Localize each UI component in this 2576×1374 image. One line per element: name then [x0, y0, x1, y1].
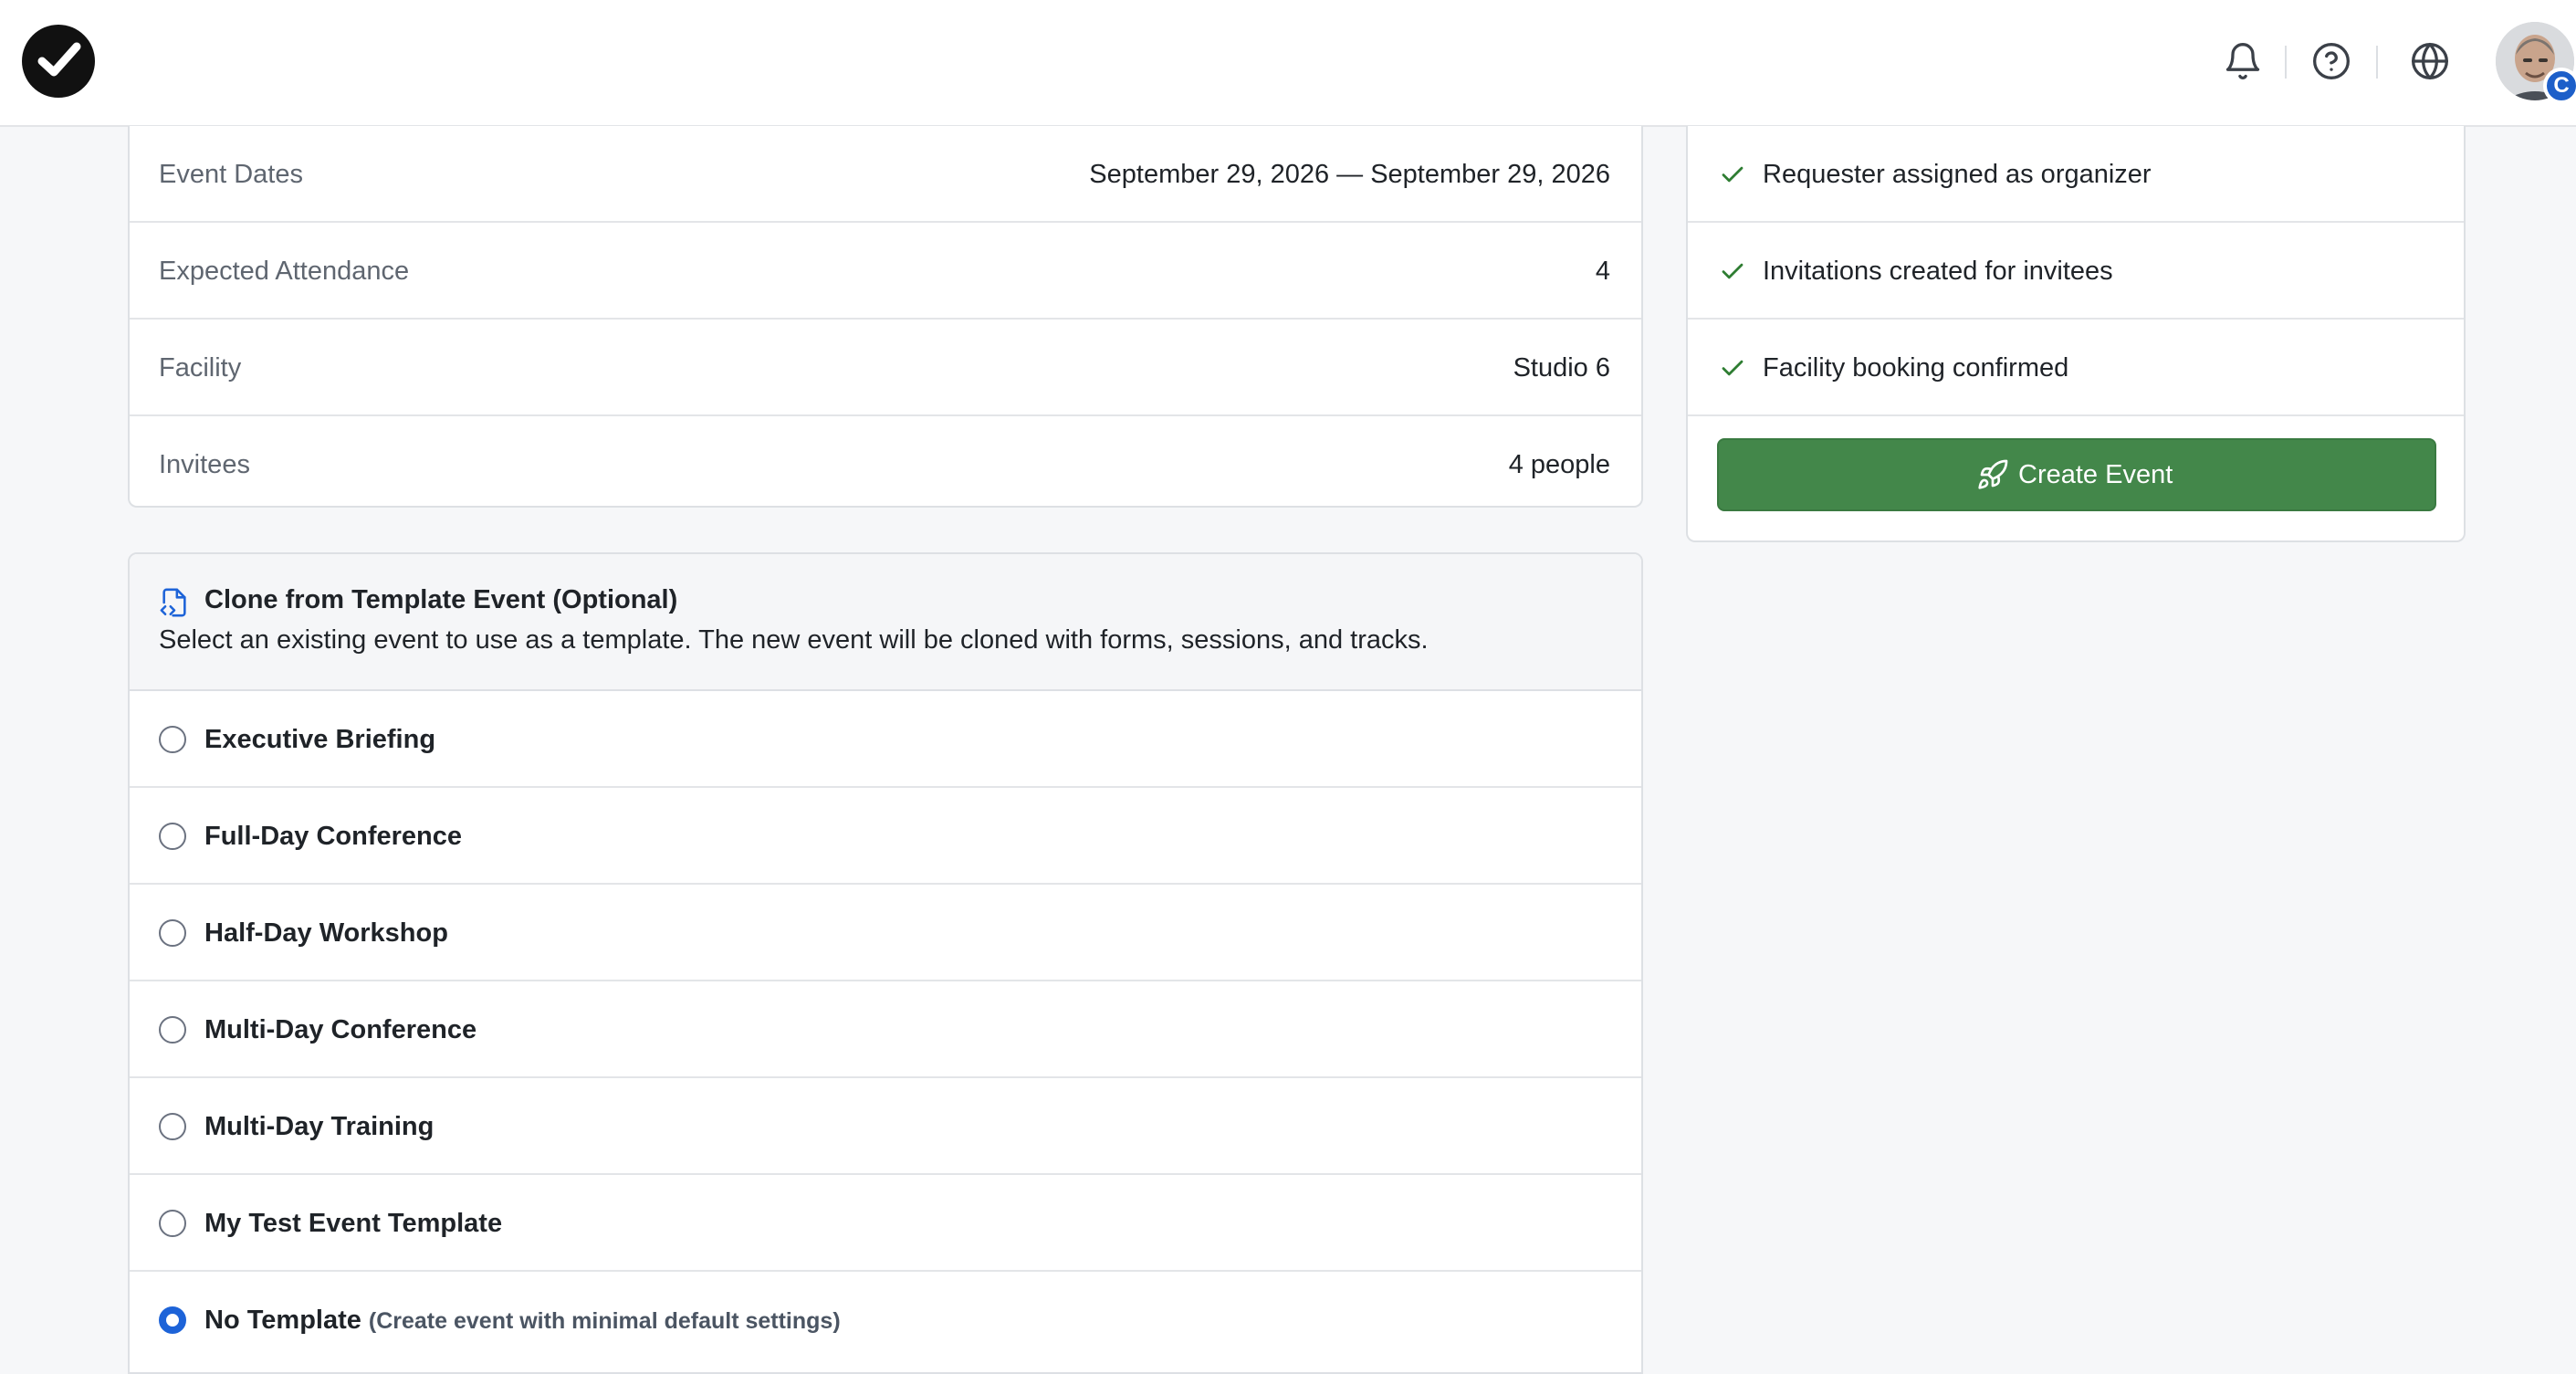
template-option-executive-briefing[interactable]: Executive Briefing	[130, 691, 1641, 788]
radio-button[interactable]	[159, 919, 186, 947]
radio-button-selected[interactable]	[159, 1306, 186, 1334]
summary-label: Event Dates	[159, 160, 303, 189]
template-option-my-test-event-template[interactable]: My Test Event Template	[130, 1175, 1641, 1272]
check-icon	[1719, 257, 1746, 285]
clone-template-card: Clone from Template Event (Optional) Sel…	[128, 552, 1643, 1374]
clone-template-description: Select an existing event to use as a tem…	[159, 625, 1429, 655]
logo-check-icon[interactable]	[22, 25, 95, 98]
template-option-note: (Create event with minimal default setti…	[368, 1308, 841, 1334]
template-option-label: My Test Event Template	[204, 1209, 503, 1238]
radio-button[interactable]	[159, 1016, 186, 1044]
radio-button[interactable]	[159, 823, 186, 850]
checklist-item-label: Facility booking confirmed	[1763, 353, 2069, 383]
create-event-button[interactable]: Create Event	[1717, 438, 2436, 511]
summary-row-invitees: Invitees 4 people	[130, 416, 1641, 513]
summary-row-expected-attendance: Expected Attendance 4	[130, 223, 1641, 320]
summary-value: 4	[1595, 257, 1610, 286]
checklist-item: Requester assigned as organizer	[1688, 126, 2464, 223]
template-option-multi-day-training[interactable]: Multi-Day Training	[130, 1078, 1641, 1175]
summary-row-event-dates: Event Dates September 29, 2026 — Septemb…	[130, 126, 1641, 223]
radio-button[interactable]	[159, 726, 186, 753]
checklist-item-label: Invitations created for invitees	[1763, 257, 2113, 286]
file-code-icon	[159, 587, 190, 618]
creation-checklist-card: Requester assigned as organizer Invitati…	[1686, 126, 2466, 542]
template-option-label: Half-Day Workshop	[204, 918, 448, 948]
rocket-icon	[1976, 458, 2009, 491]
event-summary-card: Event Dates September 29, 2026 — Septemb…	[128, 126, 1643, 508]
create-event-label: Create Event	[2018, 460, 2173, 489]
summary-value: September 29, 2026 — September 29, 2026	[1089, 160, 1610, 189]
template-option-label: Multi-Day Training	[204, 1112, 435, 1141]
template-option-half-day-workshop[interactable]: Half-Day Workshop	[130, 885, 1641, 981]
template-option-no-template[interactable]: No Template (Create event with minimal de…	[130, 1272, 1641, 1369]
top-bar: C	[0, 0, 2576, 127]
template-option-label: No Template (Create event with minimal de…	[204, 1272, 841, 1369]
radio-button[interactable]	[159, 1113, 186, 1140]
template-option-full-day-conference[interactable]: Full-Day Conference	[130, 788, 1641, 885]
clone-template-header: Clone from Template Event (Optional) Sel…	[130, 554, 1641, 691]
summary-value: 4 people	[1508, 450, 1610, 479]
checklist-item: Invitations created for invitees	[1688, 223, 2464, 320]
bell-icon[interactable]	[2223, 41, 2263, 81]
template-option-multi-day-conference[interactable]: Multi-Day Conference	[130, 981, 1641, 1078]
checklist-item: Facility booking confirmed	[1688, 320, 2464, 416]
header-divider	[2376, 46, 2378, 79]
template-option-name: No Template	[204, 1306, 361, 1335]
summary-value: Studio 6	[1513, 353, 1610, 383]
check-icon	[1719, 354, 1746, 382]
avatar-badge: C	[2543, 68, 2576, 104]
help-icon[interactable]	[2311, 41, 2351, 81]
clone-template-title: Clone from Template Event (Optional)	[204, 585, 678, 614]
template-option-label: Multi-Day Conference	[204, 1015, 477, 1044]
summary-label: Facility	[159, 353, 242, 383]
checklist-item-label: Requester assigned as organizer	[1763, 160, 2152, 189]
globe-icon[interactable]	[2410, 41, 2450, 81]
radio-button[interactable]	[159, 1210, 186, 1237]
summary-label: Invitees	[159, 450, 250, 479]
summary-label: Expected Attendance	[159, 257, 410, 286]
template-option-label: Full-Day Conference	[204, 822, 462, 851]
template-option-label: Executive Briefing	[204, 725, 436, 754]
check-icon	[1719, 161, 1746, 188]
header-divider	[2285, 46, 2287, 79]
summary-row-facility: Facility Studio 6	[130, 320, 1641, 416]
